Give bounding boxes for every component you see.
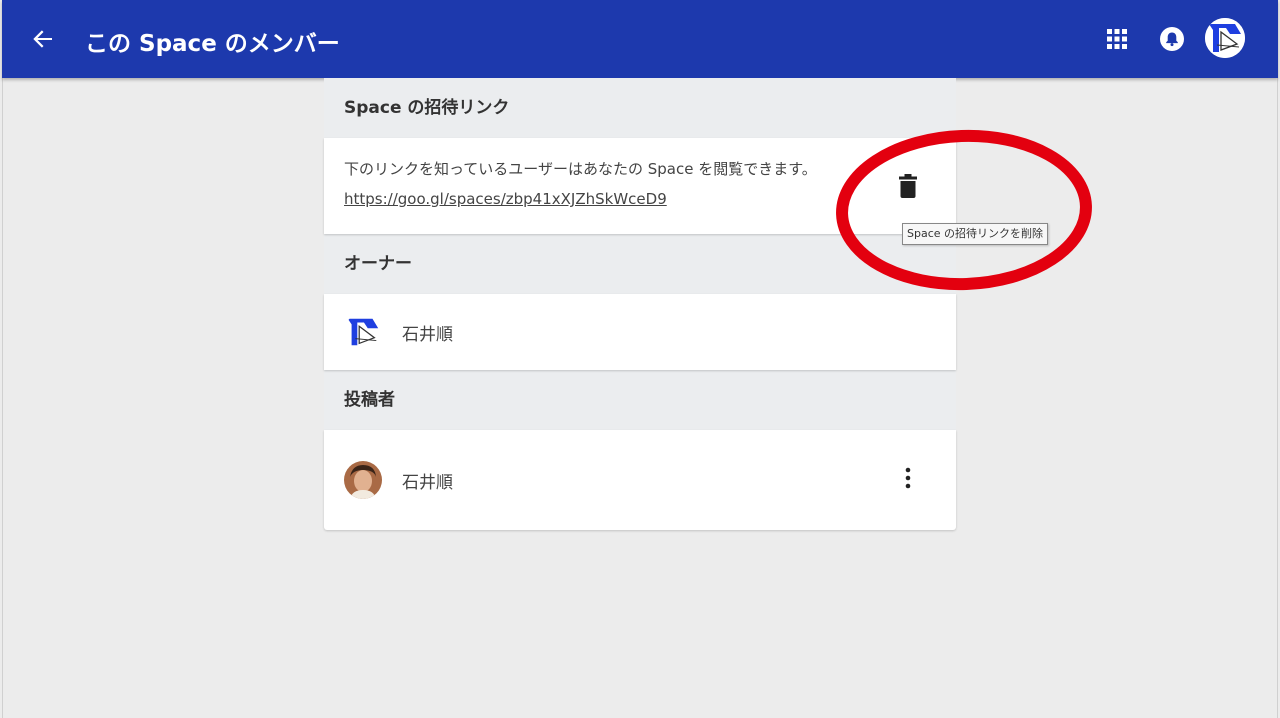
- user-photo-icon: [344, 461, 382, 499]
- poster-name: 石井順: [402, 473, 453, 493]
- list-item: 石井順: [324, 430, 956, 530]
- members-panel: Space の招待リンク 下のリンクを知っているユーザーはあなたの Space …: [324, 78, 956, 530]
- owner-logo-icon: [344, 313, 382, 351]
- invite-link-section-header: Space の招待リンク: [324, 78, 956, 138]
- trash-icon: [899, 174, 917, 198]
- apps-button[interactable]: [1105, 27, 1129, 51]
- owner-card: 石井順: [324, 294, 956, 370]
- account-logo-icon: [1205, 18, 1245, 58]
- more-vert-icon: [905, 467, 911, 489]
- invite-link-card: 下のリンクを知っているユーザーはあなたの Space を閲覧できます。 http…: [324, 138, 956, 234]
- owner-section-header: オーナー: [324, 234, 956, 294]
- invite-description: 下のリンクを知っているユーザーはあなたの Space を閲覧できます。: [344, 160, 817, 178]
- bell-icon: [1160, 27, 1184, 51]
- owner-avatar: [344, 313, 382, 351]
- arrow-back-icon: [33, 30, 52, 48]
- apps-grid-icon: [1107, 29, 1127, 49]
- back-button[interactable]: [26, 22, 60, 56]
- owner-name: 石井順: [402, 325, 453, 345]
- notifications-button[interactable]: [1159, 26, 1185, 52]
- delete-link-tooltip: Space の招待リンクを削除: [902, 223, 1049, 245]
- page-title: この Space のメンバー: [85, 31, 340, 57]
- invite-link[interactable]: https://goo.gl/spaces/zbp41xXJZhSkWceD9: [344, 190, 667, 208]
- app-bar: この Space のメンバー: [2, 0, 1278, 78]
- posters-section-header: 投稿者: [324, 370, 956, 430]
- more-options-button[interactable]: [898, 466, 918, 490]
- account-avatar[interactable]: [1205, 18, 1245, 58]
- delete-invite-link-button[interactable]: [897, 173, 919, 199]
- avatar: [344, 461, 382, 499]
